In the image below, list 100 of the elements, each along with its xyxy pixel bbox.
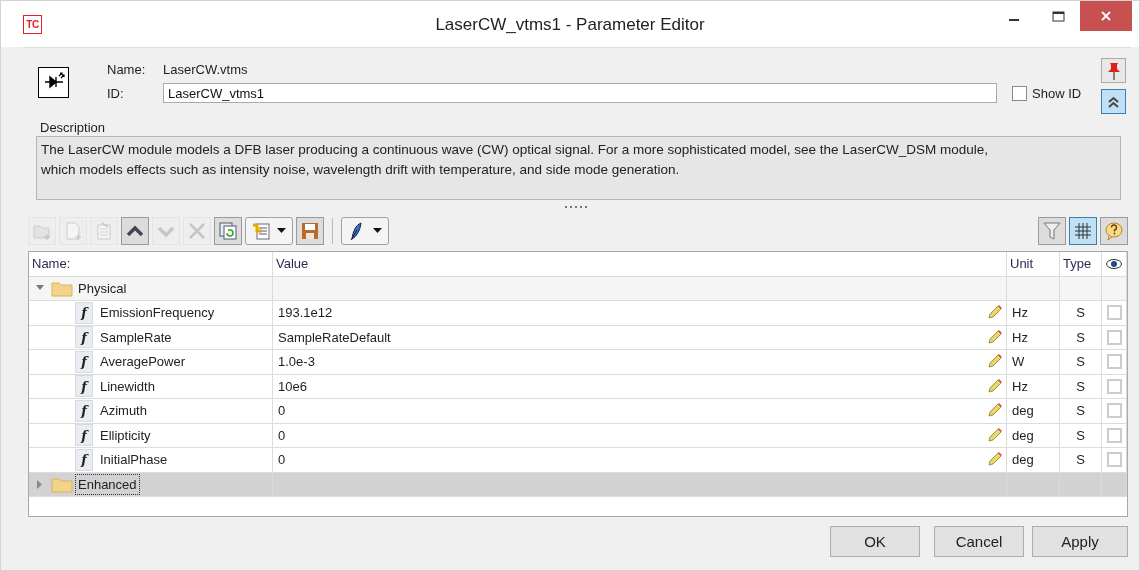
- description-text: The LaserCW module models a DFB laser producing a continuous wave (CW) optical signal. For a more sophisticated model, see the LaserCW_DSM module, which models effects such as intensity noise, wavelength drift with temperature, and side mode generation.: [36, 136, 1121, 200]
- dialog-button[interactable]: Cancel: [934, 526, 1024, 557]
- pin-button[interactable]: [1101, 58, 1126, 83]
- visibility-checkbox[interactable]: [1106, 427, 1122, 443]
- pencil-icon[interactable]: [987, 354, 1002, 370]
- app-logo: TC: [23, 15, 42, 34]
- function-badge: f: [75, 326, 93, 349]
- toolbar-button[interactable]: [296, 217, 324, 245]
- type-value: S: [1076, 452, 1085, 468]
- dialog-button[interactable]: OK: [830, 526, 920, 557]
- type-value: S: [1076, 329, 1085, 345]
- visibility-checkbox[interactable]: [1106, 452, 1122, 468]
- expand-arrow-icon[interactable]: [37, 479, 43, 489]
- filter-icon: [1042, 221, 1062, 241]
- grid-icon: [1073, 221, 1093, 241]
- parameter-name: AveragePower: [100, 354, 186, 370]
- unit-value: Hz: [1012, 378, 1028, 394]
- close-icon: [1100, 10, 1112, 22]
- properties-icon: [94, 221, 114, 241]
- list-icon: [251, 221, 271, 241]
- pencil-icon[interactable]: [987, 378, 1002, 394]
- new-document-icon: [63, 221, 83, 241]
- parameter-value[interactable]: 1.0e-3: [278, 354, 315, 370]
- maximize-icon: [1051, 10, 1065, 22]
- column-header: Name:: [32, 256, 71, 272]
- collapse-button[interactable]: [1101, 89, 1126, 114]
- parameter-row[interactable]: f InitialPhase 0 deg S: [29, 448, 1127, 473]
- type-value: S: [1076, 305, 1085, 321]
- parameter-row[interactable]: f AveragePower 1.0e-3 W S: [29, 350, 1127, 375]
- help-icon: [1104, 221, 1124, 241]
- parameter-row[interactable]: f Linewidth 10e6 Hz S: [29, 374, 1127, 399]
- function-badge: f: [75, 448, 93, 471]
- description-label: Description: [40, 120, 107, 135]
- function-badge: f: [75, 350, 93, 373]
- visibility-checkbox[interactable]: [1106, 329, 1122, 345]
- function-badge: f: [75, 424, 93, 447]
- type-value: S: [1076, 378, 1085, 394]
- window-title: LaserCW_vtms1 - Parameter Editor: [435, 15, 705, 34]
- toolbar-button[interactable]: [214, 217, 242, 245]
- type-value: S: [1076, 403, 1085, 419]
- collapse-arrow-icon[interactable]: [36, 285, 44, 292]
- group-name[interactable]: Physical: [76, 278, 129, 298]
- caret-icon: [277, 228, 286, 234]
- dropdown-button[interactable]: [341, 217, 389, 245]
- close-button[interactable]: [1080, 1, 1132, 31]
- folder-icon: [51, 279, 73, 297]
- unit-value: deg: [1012, 427, 1034, 443]
- unit-value: W: [1012, 354, 1025, 370]
- type-value: S: [1076, 427, 1085, 443]
- function-badge: f: [75, 375, 93, 398]
- pencil-icon[interactable]: [987, 427, 1002, 443]
- function-badge: f: [75, 399, 93, 422]
- parameter-name: SampleRate: [100, 329, 172, 345]
- visibility-checkbox[interactable]: [1106, 403, 1122, 419]
- pencil-icon[interactable]: [987, 403, 1002, 419]
- parameter-value[interactable]: 0: [278, 452, 286, 468]
- parameter-row[interactable]: f EmissionFrequency 193.1e12 Hz S: [29, 301, 1127, 326]
- field-label: ID:: [107, 85, 125, 101]
- parameter-value[interactable]: 0: [278, 427, 286, 443]
- visibility-checkbox[interactable]: [1106, 305, 1122, 321]
- folder-icon: [51, 475, 73, 493]
- checkbox-label: Show ID: [1032, 86, 1082, 101]
- delete-icon: [187, 221, 207, 241]
- field-label: Name:: [107, 62, 147, 77]
- parameter-row[interactable]: f SampleRate SampleRateDefault Hz S: [29, 325, 1127, 350]
- minimize-icon: [1009, 19, 1019, 21]
- pencil-icon[interactable]: [987, 305, 1002, 321]
- function-badge: f: [75, 301, 93, 324]
- save-icon: [300, 221, 320, 241]
- toolbar-button[interactable]: [1069, 217, 1097, 245]
- column-header: Type: [1063, 256, 1092, 272]
- parameter-name: EmissionFrequency: [100, 305, 215, 321]
- parameter-name: InitialPhase: [100, 452, 168, 468]
- pencil-icon[interactable]: [987, 452, 1002, 468]
- parameter-value[interactable]: 0: [278, 403, 286, 419]
- parameter-row[interactable]: f Azimuth 0 deg S: [29, 399, 1127, 424]
- parameter-name: Linewidth: [100, 378, 155, 394]
- eye-icon: [1106, 258, 1122, 269]
- parameter-value[interactable]: 10e6: [278, 378, 307, 394]
- visibility-checkbox[interactable]: [1106, 378, 1122, 394]
- splitter-handle[interactable]: [563, 206, 590, 209]
- copy-reset-icon: [218, 221, 238, 241]
- name-value: LaserCW.vtms: [163, 62, 249, 77]
- visibility-checkbox[interactable]: [1106, 354, 1122, 370]
- pencil-icon[interactable]: [987, 329, 1002, 345]
- parameter-value[interactable]: SampleRateDefault: [278, 329, 391, 345]
- parameter-name: Ellipticity: [100, 427, 151, 443]
- column-header: Value: [276, 256, 309, 272]
- column-header: Unit: [1010, 256, 1034, 272]
- id-field[interactable]: LaserCW_vtms1: [163, 83, 997, 103]
- caret-icon: [373, 228, 382, 234]
- parameter-row[interactable]: f Ellipticity 0 deg S: [29, 423, 1127, 448]
- component-icon: [38, 67, 69, 98]
- toolbar-button[interactable]: [121, 217, 149, 245]
- show-id-checkbox[interactable]: [1012, 86, 1027, 101]
- unit-value: Hz: [1012, 305, 1028, 321]
- unit-value: deg: [1012, 452, 1034, 468]
- unit-value: deg: [1012, 403, 1034, 419]
- parameter-value[interactable]: 193.1e12: [278, 305, 333, 321]
- unit-value: Hz: [1012, 329, 1028, 345]
